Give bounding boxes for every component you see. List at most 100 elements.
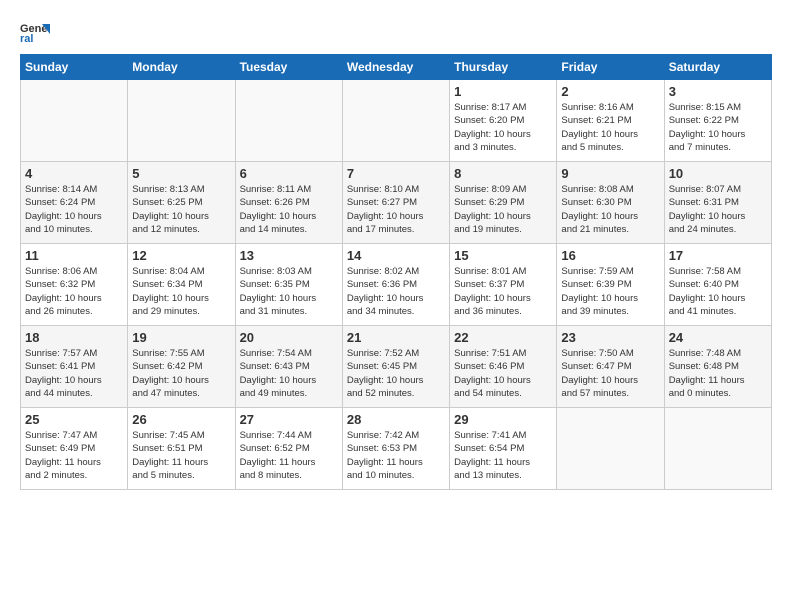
day-info: Sunrise: 7:50 AM Sunset: 6:47 PM Dayligh… <box>561 347 659 400</box>
calendar-cell: 4 Sunrise: 8:14 AM Sunset: 6:24 PM Daylig… <box>21 162 128 244</box>
calendar-cell: 8 Sunrise: 8:09 AM Sunset: 6:29 PM Daylig… <box>450 162 557 244</box>
calendar-cell: 24 Sunrise: 7:48 AM Sunset: 6:48 PM Dayli… <box>664 326 771 408</box>
day-info: Sunrise: 8:06 AM Sunset: 6:32 PM Dayligh… <box>25 265 123 318</box>
day-info: Sunrise: 8:04 AM Sunset: 6:34 PM Dayligh… <box>132 265 230 318</box>
day-number: 25 <box>25 412 123 427</box>
day-info: Sunrise: 7:42 AM Sunset: 6:53 PM Dayligh… <box>347 429 445 482</box>
calendar-week-row: 18 Sunrise: 7:57 AM Sunset: 6:41 PM Dayli… <box>21 326 772 408</box>
day-info: Sunrise: 7:57 AM Sunset: 6:41 PM Dayligh… <box>25 347 123 400</box>
calendar-cell: 29Sunrise: 7:41 AM Sunset: 6:54 PM Dayli… <box>450 408 557 490</box>
day-number: 12 <box>132 248 230 263</box>
day-info: Sunrise: 8:01 AM Sunset: 6:37 PM Dayligh… <box>454 265 552 318</box>
calendar-cell <box>235 80 342 162</box>
day-info: Sunrise: 8:15 AM Sunset: 6:22 PM Dayligh… <box>669 101 767 154</box>
column-header-friday: Friday <box>557 55 664 80</box>
column-header-saturday: Saturday <box>664 55 771 80</box>
day-number: 13 <box>240 248 338 263</box>
day-number: 15 <box>454 248 552 263</box>
day-number: 11 <box>25 248 123 263</box>
day-number: 26 <box>132 412 230 427</box>
day-info: Sunrise: 7:59 AM Sunset: 6:39 PM Dayligh… <box>561 265 659 318</box>
calendar-cell: 21 Sunrise: 7:52 AM Sunset: 6:45 PM Dayli… <box>342 326 449 408</box>
day-number: 2 <box>561 84 659 99</box>
calendar-cell: 5 Sunrise: 8:13 AM Sunset: 6:25 PM Daylig… <box>128 162 235 244</box>
day-info: Sunrise: 7:44 AM Sunset: 6:52 PM Dayligh… <box>240 429 338 482</box>
day-info: Sunrise: 8:11 AM Sunset: 6:26 PM Dayligh… <box>240 183 338 236</box>
day-info: Sunrise: 8:08 AM Sunset: 6:30 PM Dayligh… <box>561 183 659 236</box>
logo-icon: Gene ral <box>20 20 50 44</box>
day-info: Sunrise: 8:16 AM Sunset: 6:21 PM Dayligh… <box>561 101 659 154</box>
calendar-cell: 18 Sunrise: 7:57 AM Sunset: 6:41 PM Dayli… <box>21 326 128 408</box>
day-info: Sunrise: 8:03 AM Sunset: 6:35 PM Dayligh… <box>240 265 338 318</box>
day-info: Sunrise: 7:52 AM Sunset: 6:45 PM Dayligh… <box>347 347 445 400</box>
calendar-cell <box>557 408 664 490</box>
calendar-cell: 7 Sunrise: 8:10 AM Sunset: 6:27 PM Daylig… <box>342 162 449 244</box>
day-number: 17 <box>669 248 767 263</box>
day-info: Sunrise: 8:10 AM Sunset: 6:27 PM Dayligh… <box>347 183 445 236</box>
calendar-table: SundayMondayTuesdayWednesdayThursdayFrid… <box>20 54 772 490</box>
day-number: 23 <box>561 330 659 345</box>
calendar-header-row: SundayMondayTuesdayWednesdayThursdayFrid… <box>21 55 772 80</box>
column-header-thursday: Thursday <box>450 55 557 80</box>
calendar-week-row: 11 Sunrise: 8:06 AM Sunset: 6:32 PM Dayli… <box>21 244 772 326</box>
day-info: Sunrise: 7:48 AM Sunset: 6:48 PM Dayligh… <box>669 347 767 400</box>
day-number: 8 <box>454 166 552 181</box>
day-info: Sunrise: 7:41 AM Sunset: 6:54 PM Dayligh… <box>454 429 552 482</box>
column-header-sunday: Sunday <box>21 55 128 80</box>
logo: Gene ral <box>20 20 54 44</box>
calendar-cell: 14Sunrise: 8:02 AM Sunset: 6:36 PM Dayli… <box>342 244 449 326</box>
day-info: Sunrise: 8:07 AM Sunset: 6:31 PM Dayligh… <box>669 183 767 236</box>
day-info: Sunrise: 8:13 AM Sunset: 6:25 PM Dayligh… <box>132 183 230 236</box>
calendar-cell: 13 Sunrise: 8:03 AM Sunset: 6:35 PM Dayli… <box>235 244 342 326</box>
page-header: Gene ral <box>20 20 772 44</box>
day-info: Sunrise: 7:54 AM Sunset: 6:43 PM Dayligh… <box>240 347 338 400</box>
calendar-cell: 15 Sunrise: 8:01 AM Sunset: 6:37 PM Dayli… <box>450 244 557 326</box>
calendar-cell <box>21 80 128 162</box>
day-info: Sunrise: 8:09 AM Sunset: 6:29 PM Dayligh… <box>454 183 552 236</box>
day-number: 19 <box>132 330 230 345</box>
day-number: 10 <box>669 166 767 181</box>
calendar-cell: 27 Sunrise: 7:44 AM Sunset: 6:52 PM Dayli… <box>235 408 342 490</box>
day-number: 18 <box>25 330 123 345</box>
day-info: Sunrise: 7:58 AM Sunset: 6:40 PM Dayligh… <box>669 265 767 318</box>
calendar-cell: 12 Sunrise: 8:04 AM Sunset: 6:34 PM Dayli… <box>128 244 235 326</box>
calendar-cell: 28 Sunrise: 7:42 AM Sunset: 6:53 PM Dayli… <box>342 408 449 490</box>
calendar-cell <box>664 408 771 490</box>
calendar-week-row: 1Sunrise: 8:17 AM Sunset: 6:20 PM Daylig… <box>21 80 772 162</box>
calendar-cell: 9 Sunrise: 8:08 AM Sunset: 6:30 PM Daylig… <box>557 162 664 244</box>
column-header-wednesday: Wednesday <box>342 55 449 80</box>
column-header-tuesday: Tuesday <box>235 55 342 80</box>
calendar-cell: 6 Sunrise: 8:11 AM Sunset: 6:26 PM Daylig… <box>235 162 342 244</box>
calendar-cell: 26 Sunrise: 7:45 AM Sunset: 6:51 PM Dayli… <box>128 408 235 490</box>
svg-text:ral: ral <box>20 33 33 44</box>
calendar-cell: 10 Sunrise: 8:07 AM Sunset: 6:31 PM Dayli… <box>664 162 771 244</box>
column-header-monday: Monday <box>128 55 235 80</box>
day-info: Sunrise: 7:51 AM Sunset: 6:46 PM Dayligh… <box>454 347 552 400</box>
day-number: 4 <box>25 166 123 181</box>
day-number: 24 <box>669 330 767 345</box>
day-number: 28 <box>347 412 445 427</box>
calendar-cell: 17 Sunrise: 7:58 AM Sunset: 6:40 PM Dayli… <box>664 244 771 326</box>
calendar-week-row: 4 Sunrise: 8:14 AM Sunset: 6:24 PM Daylig… <box>21 162 772 244</box>
day-number: 7 <box>347 166 445 181</box>
calendar-cell <box>128 80 235 162</box>
day-number: 22 <box>454 330 552 345</box>
day-number: 27 <box>240 412 338 427</box>
calendar-cell: 2 Sunrise: 8:16 AM Sunset: 6:21 PM Daylig… <box>557 80 664 162</box>
day-info: Sunrise: 8:17 AM Sunset: 6:20 PM Dayligh… <box>454 101 552 154</box>
day-number: 5 <box>132 166 230 181</box>
day-number: 21 <box>347 330 445 345</box>
day-number: 9 <box>561 166 659 181</box>
calendar-cell: 3Sunrise: 8:15 AM Sunset: 6:22 PM Daylig… <box>664 80 771 162</box>
calendar-cell: 22 Sunrise: 7:51 AM Sunset: 6:46 PM Dayli… <box>450 326 557 408</box>
day-info: Sunrise: 7:55 AM Sunset: 6:42 PM Dayligh… <box>132 347 230 400</box>
day-info: Sunrise: 8:14 AM Sunset: 6:24 PM Dayligh… <box>25 183 123 236</box>
calendar-cell: 23 Sunrise: 7:50 AM Sunset: 6:47 PM Dayli… <box>557 326 664 408</box>
calendar-cell: 20 Sunrise: 7:54 AM Sunset: 6:43 PM Dayli… <box>235 326 342 408</box>
day-number: 20 <box>240 330 338 345</box>
day-number: 6 <box>240 166 338 181</box>
day-number: 16 <box>561 248 659 263</box>
calendar-cell: 16 Sunrise: 7:59 AM Sunset: 6:39 PM Dayli… <box>557 244 664 326</box>
day-info: Sunrise: 7:45 AM Sunset: 6:51 PM Dayligh… <box>132 429 230 482</box>
calendar-cell <box>342 80 449 162</box>
